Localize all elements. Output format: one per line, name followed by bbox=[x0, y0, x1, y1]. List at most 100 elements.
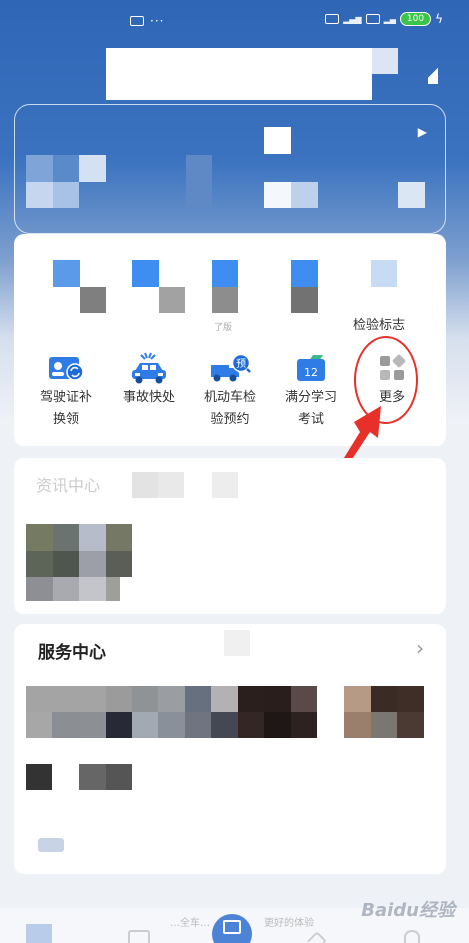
mosaic-block bbox=[53, 577, 79, 601]
mosaic-block bbox=[106, 551, 132, 577]
mosaic-block bbox=[132, 686, 158, 712]
obscured-title bbox=[106, 48, 372, 100]
mosaic-block bbox=[212, 260, 238, 287]
mosaic-block bbox=[53, 155, 79, 182]
mosaic-block bbox=[344, 712, 371, 738]
mosaic-block bbox=[159, 287, 185, 313]
mosaic-block bbox=[26, 524, 53, 551]
mosaic-block bbox=[264, 182, 291, 208]
mosaic-block bbox=[158, 712, 185, 738]
signal-icon: ▂▄▆ bbox=[343, 14, 362, 24]
scan-icon bbox=[223, 920, 241, 934]
service-label: 满分学习 bbox=[284, 390, 337, 405]
service-inspection-appointment[interactable]: 预 机动车检 验预约 bbox=[190, 350, 270, 430]
mosaic-block bbox=[291, 287, 318, 313]
mosaic-block bbox=[291, 712, 317, 738]
mosaic-block bbox=[371, 686, 397, 712]
mosaic-block bbox=[397, 712, 424, 738]
mosaic-block bbox=[291, 686, 317, 712]
mosaic-block bbox=[264, 686, 291, 712]
mosaic-block bbox=[397, 686, 424, 712]
calendar-exam-icon: 12 bbox=[289, 350, 333, 386]
mosaic-block bbox=[79, 551, 106, 577]
mosaic-block bbox=[79, 524, 106, 551]
mosaic-block bbox=[79, 577, 106, 601]
nav-window-icon[interactable] bbox=[128, 930, 150, 943]
status-left: ··· bbox=[130, 14, 164, 28]
mosaic-block bbox=[26, 155, 53, 182]
mosaic-block bbox=[79, 764, 106, 790]
mosaic-block bbox=[106, 686, 132, 712]
signal-card-icon bbox=[325, 14, 340, 24]
nav-text-left: …全车… bbox=[170, 918, 210, 929]
mosaic-block bbox=[158, 686, 185, 712]
truck-appointment-icon: 预 bbox=[208, 350, 252, 386]
chevron-right-icon[interactable]: › bbox=[416, 636, 424, 660]
mosaic-block bbox=[186, 155, 212, 208]
service-accident-handling[interactable]: 事故快处 bbox=[109, 350, 189, 410]
mosaic-block bbox=[132, 260, 159, 287]
service-label: 事故快处 bbox=[122, 390, 175, 405]
signal-card-2-icon bbox=[365, 14, 380, 24]
nav-text-right: 更好的体验 bbox=[264, 918, 314, 929]
service-label: 换领 bbox=[52, 412, 79, 427]
mosaic-block bbox=[79, 155, 106, 182]
obscured-title-side bbox=[372, 48, 398, 74]
mosaic-block bbox=[53, 260, 80, 287]
mosaic-block bbox=[211, 686, 238, 712]
id-card-swap-icon bbox=[44, 350, 88, 386]
mosaic-block bbox=[53, 182, 79, 208]
news-title: 资讯中心 bbox=[36, 476, 101, 495]
mosaic-block bbox=[53, 524, 79, 551]
mosaic-block bbox=[238, 712, 264, 738]
mosaic-block bbox=[264, 712, 291, 738]
nav-home-block[interactable] bbox=[26, 924, 52, 943]
appointment-badge-text: 预 bbox=[236, 358, 246, 370]
service-label: 考试 bbox=[297, 412, 324, 427]
nav-diamond-icon[interactable] bbox=[307, 931, 327, 943]
mosaic-block bbox=[26, 182, 53, 208]
play-arrow-icon[interactable]: ▶ bbox=[418, 125, 427, 139]
mosaic-block bbox=[264, 127, 291, 154]
obscured-label: 了版 bbox=[214, 323, 233, 333]
battery-badge: 100 bbox=[399, 12, 432, 26]
service-label: 验预约 bbox=[210, 412, 250, 427]
service-full-score-study[interactable]: 12 满分学习 考试 bbox=[271, 350, 351, 430]
inspection-label[interactable]: 检验标志 bbox=[353, 314, 405, 333]
mosaic-block bbox=[211, 712, 238, 738]
more-dots: ··· bbox=[150, 14, 165, 28]
mosaic-block bbox=[398, 182, 425, 208]
nav-profile-icon[interactable] bbox=[404, 930, 420, 943]
mosaic-block bbox=[158, 472, 184, 498]
mosaic-block bbox=[26, 712, 52, 738]
mosaic-block bbox=[344, 686, 371, 712]
mosaic-block bbox=[52, 712, 79, 738]
mosaic-block bbox=[291, 260, 318, 287]
mosaic-block bbox=[106, 712, 132, 738]
mosaic-block bbox=[26, 577, 53, 601]
mosaic-block bbox=[106, 524, 132, 551]
mosaic-block bbox=[224, 630, 250, 656]
mosaic-block bbox=[185, 686, 211, 712]
mosaic-block bbox=[371, 260, 397, 287]
mosaic-block bbox=[80, 287, 106, 313]
mosaic-block bbox=[371, 712, 397, 738]
status-bar: ··· ▂▄▆ ▂▄ 100 ϟ bbox=[0, 0, 469, 44]
mosaic-block bbox=[238, 686, 264, 712]
news-card[interactable]: 资讯中心 bbox=[14, 458, 446, 614]
car-accident-icon bbox=[127, 350, 171, 386]
corner-decoration bbox=[428, 64, 438, 84]
mosaic-block bbox=[26, 686, 116, 712]
mosaic-block bbox=[106, 764, 132, 790]
service-label: 机动车检 bbox=[203, 390, 256, 405]
service-license-replacement[interactable]: 驾驶证补 换领 bbox=[26, 350, 106, 430]
service-center-card[interactable]: 服务中心 › bbox=[14, 624, 446, 874]
notification-icon bbox=[130, 16, 144, 26]
watermark-logo: Baidu经验 bbox=[361, 900, 455, 921]
calendar-number-text: 12 bbox=[304, 366, 318, 379]
mosaic-block bbox=[38, 838, 64, 852]
mosaic-block bbox=[26, 551, 53, 577]
mosaic-block bbox=[212, 287, 238, 313]
service-label: 驾驶证补 bbox=[39, 390, 92, 405]
charging-icon: ϟ bbox=[435, 12, 443, 26]
